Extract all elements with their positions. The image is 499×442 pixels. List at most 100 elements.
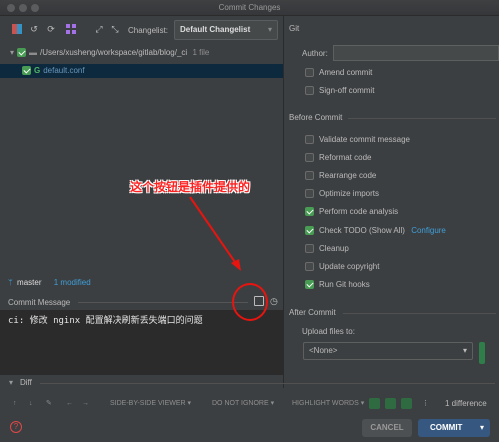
title-bar: Commit Changes [0,0,499,16]
minimize-window-button[interactable] [19,4,27,12]
changelist-select[interactable]: Default Changelist ▾ [174,20,278,40]
viewer-select[interactable]: SIDE-BY-SIDE VIEWER ▾ [110,397,191,411]
upload-select[interactable]: <None> ▾ [303,342,473,360]
branch-name[interactable]: master [17,278,41,287]
changelist-label: Changelist: [128,26,169,35]
root-checkbox[interactable] [17,48,27,58]
configure-link[interactable]: Configure [411,226,446,235]
after-commit-title: After Commit [289,308,336,317]
diff-header[interactable]: ▾ Diff [0,376,499,390]
diff-label: Diff [20,378,32,387]
history-icon[interactable]: ◷ [270,296,278,307]
ignore-value: DO NOT IGNORE [212,400,269,407]
zoom-window-button[interactable] [31,4,39,12]
option-label: Reformat code [319,153,372,162]
more-icon[interactable]: ⋮ [422,397,429,411]
settings-icon[interactable] [369,398,380,409]
tree-file-row[interactable]: Gdefault.conf [0,64,283,78]
option-label: Rearrange code [319,171,377,180]
option-label: Cleanup [319,244,349,253]
upload-value: <None> [309,346,338,355]
commit-message-label: Commit Message [8,298,71,307]
file-name: default.conf [43,66,85,75]
divider [40,383,495,384]
arrow-right-icon[interactable]: → [82,397,89,411]
option-label: Validate commit message [319,135,410,144]
arrow-left-icon[interactable]: ← [66,397,73,411]
amend-checkbox[interactable] [305,68,314,78]
option-validate-commit-message[interactable]: Validate commit message [305,134,410,146]
collapse-icon[interactable]: ⤡ [108,22,122,36]
edit-icon[interactable]: ✎ [46,397,52,411]
option-perform-code-analysis[interactable]: Perform code analysis [305,206,398,218]
chevron-down-icon: ▾ [462,346,467,355]
option-amend-commit[interactable]: Amend commit [305,67,372,79]
sign-off-checkbox[interactable] [305,86,314,96]
diff-icon[interactable] [10,22,24,36]
chevron-down-icon[interactable]: ▾ [480,419,484,437]
checkbox[interactable] [305,189,314,199]
commit-label: COMMIT [430,423,463,432]
close-window-button[interactable] [7,4,15,12]
ignore-select[interactable]: DO NOT IGNORE ▾ [212,397,274,411]
option-sign-off-commit[interactable]: Sign-off commit [305,85,374,97]
divider [343,313,496,314]
option-label: Amend commit [319,68,373,77]
divider [348,118,496,119]
checkbox[interactable] [305,135,314,145]
chevron-down-icon: ▾ [267,25,272,34]
divider [78,302,248,303]
options-scrollbar[interactable] [479,342,485,364]
branch-icon: ᛘ [8,278,13,287]
chevron-down-icon: ▾ [9,378,14,387]
arrow-down-icon[interactable]: ↓ [29,397,33,411]
checkbox[interactable] [305,280,314,290]
option-label: Check TODO (Show All) [319,226,405,235]
commit-message-text: ci: 修改 nginx 配置解决刷新丢失端口的问题 [8,316,203,326]
upload-label: Upload files to: [302,327,355,336]
arrow-up-icon[interactable]: ↑ [13,397,17,411]
option-label: Optimize imports [319,189,380,198]
window-title: Commit Changes [218,3,281,12]
annotation-circle [232,283,268,321]
checkbox[interactable] [305,244,314,254]
file-type-icon: G [34,66,41,75]
git-section-title: Git [289,24,300,33]
status-bar: ᛘ master 1 modified [8,278,91,287]
highlight-select[interactable]: HIGHLIGHT WORDS ▾ [292,397,364,411]
root-path: /Users/xusheng/workspace/gitlab/blog/_ci [40,48,188,57]
checkbox[interactable] [305,153,314,163]
checkbox[interactable] [305,226,314,236]
checkbox[interactable] [305,207,314,217]
chevron-down-icon: ▾ [10,48,15,57]
sync-scroll-icon[interactable] [385,398,396,409]
cancel-button[interactable]: CANCEL [362,419,412,437]
option-label: Perform code analysis [319,207,399,216]
refresh-icon[interactable]: ⟳ [44,22,58,36]
help-icon[interactable]: ? [10,421,22,433]
tree-root-row[interactable]: ▾ ▬/Users/xusheng/workspace/gitlab/blog/_… [10,46,209,60]
group-icon[interactable] [64,22,78,36]
option-check-todo[interactable]: Check TODO (Show All) Configure [305,225,446,237]
changelist-value: Default Changelist [180,25,251,34]
option-label: Update copyright [319,262,380,271]
commit-button[interactable]: COMMIT ▾ [418,419,490,437]
option-update-copyright[interactable]: Update copyright [305,261,379,273]
option-label: Run Git hooks [319,280,370,289]
checkbox[interactable] [305,262,314,272]
modified-count[interactable]: 1 modified [54,278,91,287]
revert-icon[interactable]: ↺ [27,22,41,36]
highlight-value: HIGHLIGHT WORDS [292,400,359,407]
author-label: Author: [302,49,328,58]
expand-icon[interactable]: ⤢ [92,22,106,36]
option-run-git-hooks[interactable]: Run Git hooks [305,279,370,291]
file-checkbox[interactable] [22,66,31,76]
author-input[interactable] [333,45,499,61]
option-rearrange-code[interactable]: Rearrange code [305,170,376,182]
checkbox[interactable] [305,171,314,181]
option-optimize-imports[interactable]: Optimize imports [305,188,379,200]
gutter-icon[interactable] [401,398,412,409]
option-cleanup[interactable]: Cleanup [305,243,349,255]
folder-icon: ▬ [29,48,38,57]
option-reformat-code[interactable]: Reformat code [305,152,371,164]
